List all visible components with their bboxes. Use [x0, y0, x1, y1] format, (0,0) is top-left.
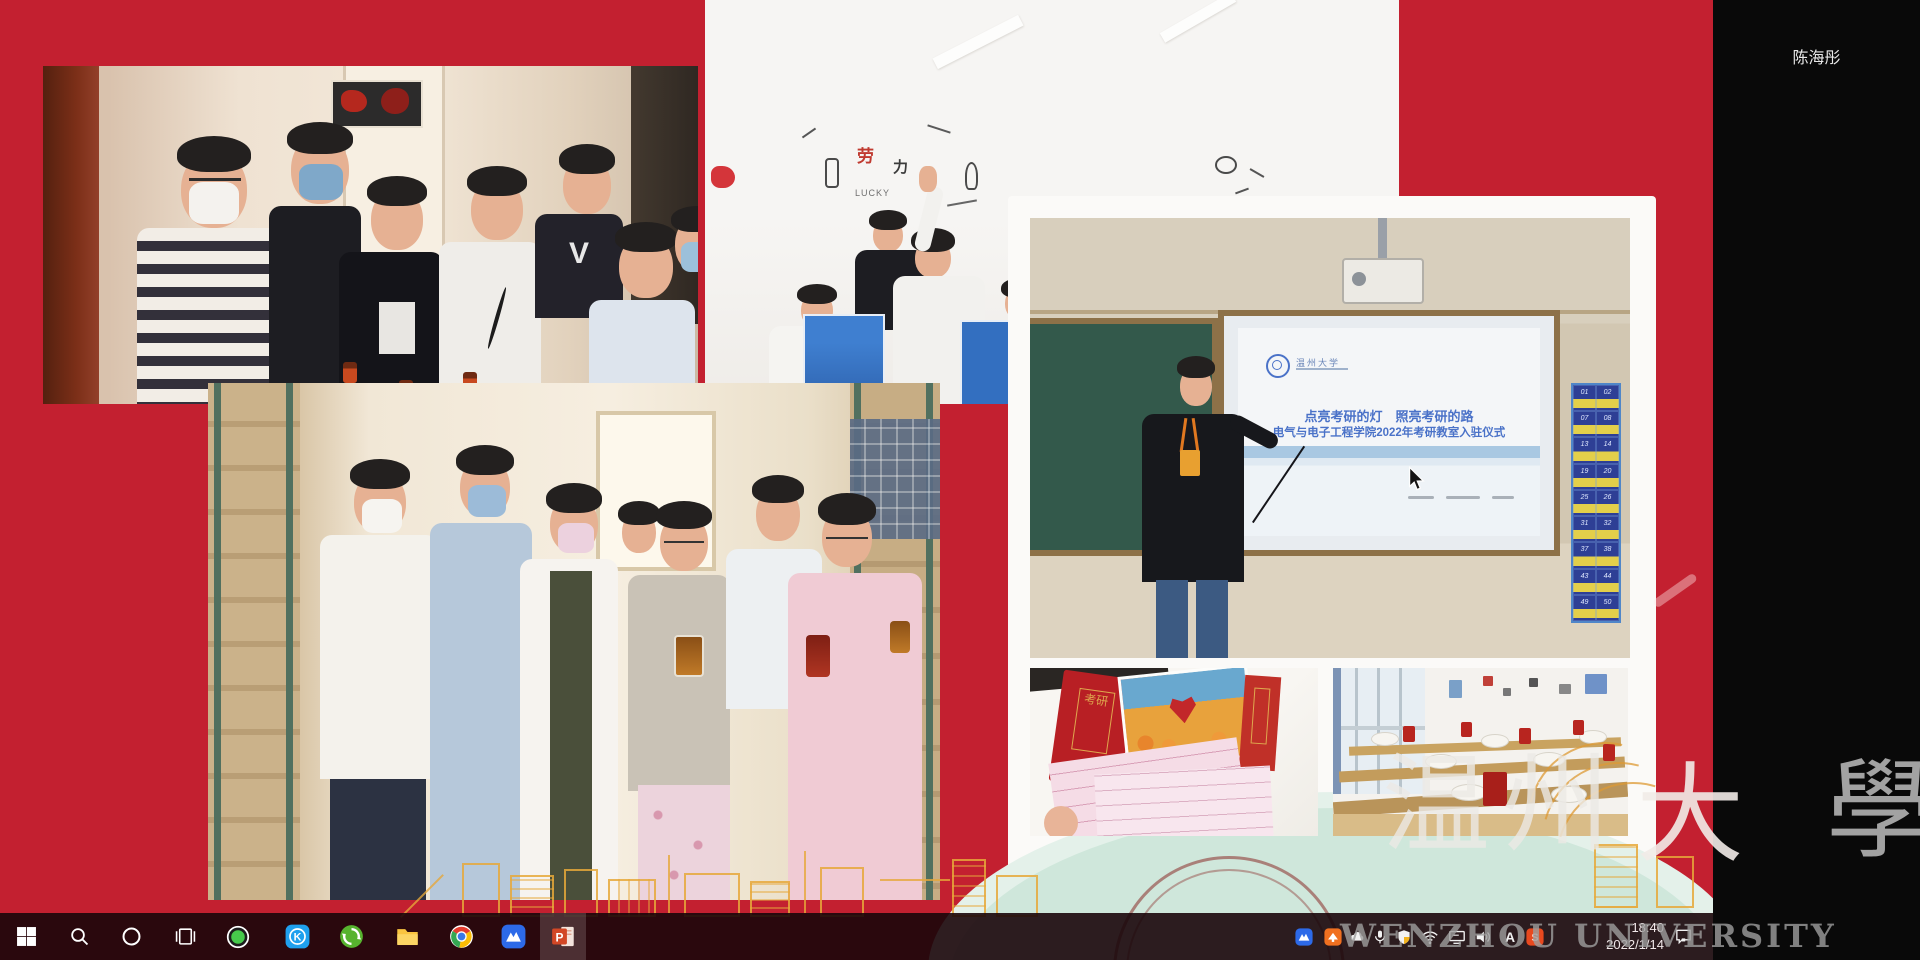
browser-360-button[interactable]	[328, 913, 374, 960]
microphone-icon	[1372, 929, 1388, 945]
gold-curve-decoration	[1528, 736, 1708, 916]
svg-text:S: S	[1531, 932, 1538, 944]
task-view-icon	[175, 926, 196, 947]
wall-decal-badge	[711, 166, 735, 188]
red-gift-bag	[1483, 772, 1507, 806]
slide-blue-band	[1238, 446, 1540, 458]
chrome-icon	[449, 924, 474, 949]
mouse-cursor	[1408, 466, 1426, 497]
cortana-icon	[121, 926, 142, 947]
tray-tencent-meeting[interactable]	[1291, 913, 1317, 960]
red-envelope	[1239, 675, 1281, 771]
cast-display-icon	[1448, 928, 1466, 946]
powerpoint-button-active[interactable]: P	[540, 913, 586, 960]
projector	[1342, 258, 1424, 304]
tray-wifi[interactable]	[1417, 913, 1443, 960]
clock-time: 18:40	[1572, 919, 1664, 936]
gold-skyline-decoration	[392, 845, 1037, 913]
folder-icon	[395, 924, 420, 949]
shield-icon	[1396, 929, 1412, 945]
file-explorer-button[interactable]	[384, 913, 430, 960]
green-dot-icon	[226, 925, 250, 949]
taskbar-clock[interactable]: 18:40 2022/1/14	[1572, 919, 1664, 953]
task-view-button[interactable]	[164, 913, 206, 960]
tray-screen-share[interactable]	[1320, 913, 1346, 960]
search-icon	[69, 926, 90, 947]
clock-date: 2022/1/14	[1572, 936, 1664, 953]
photo-dorm-visit	[208, 383, 940, 900]
photo-classroom-ceremony: 温州大学 点亮考研的灯 照亮考研的路 电气与电子工程学院2022年考研教室入驻仪…	[1030, 218, 1630, 658]
wifi-icon	[1421, 928, 1439, 946]
kugou-music-button[interactable]: K	[274, 913, 320, 960]
gift-jar	[343, 362, 357, 383]
meeting-sidebar: 陈海彤	[1713, 0, 1920, 960]
tencent-meeting-tray-icon	[1295, 928, 1313, 946]
tray-cast-display[interactable]	[1444, 913, 1470, 960]
action-center-button[interactable]	[1666, 913, 1700, 960]
svg-text:K: K	[293, 932, 301, 944]
number-pocket-chart: 0102 0708 1314 1920 2526 3132 3738 4344 …	[1571, 383, 1621, 623]
photo-gifts-table: 考研	[1030, 668, 1318, 836]
speaker-icon	[1474, 928, 1492, 946]
white-swoosh	[1652, 572, 1698, 608]
tray-speaker[interactable]	[1470, 913, 1496, 960]
bunk-bed-left	[208, 383, 300, 900]
notification-icon	[1674, 927, 1693, 946]
pink-note	[1094, 765, 1274, 836]
powerpoint-slideshow[interactable]: 劳 力 LUCKY	[0, 0, 1713, 960]
blue-display-board	[960, 320, 1012, 404]
tray-sogou-input[interactable]: S	[1522, 913, 1548, 960]
tencent-meeting-button[interactable]	[490, 913, 536, 960]
slide-title-line2: 电气与电子工程学院2022年考研教室入驻仪式	[1238, 424, 1540, 440]
presenter-name: 陈海彤	[1713, 44, 1920, 68]
university-logo	[1266, 354, 1290, 378]
tray-cloud[interactable]	[1346, 913, 1370, 960]
screen-share-icon	[1324, 928, 1342, 946]
windows-taskbar: K P	[0, 913, 1713, 960]
tencent-meeting-icon	[501, 924, 526, 949]
kugou-icon: K	[285, 924, 310, 949]
start-button[interactable]	[6, 913, 46, 960]
slide-title-line1: 点亮考研的灯 照亮考研的路	[1238, 406, 1540, 425]
chrome-button[interactable]	[438, 913, 484, 960]
recorder-app-button[interactable]	[216, 913, 260, 960]
photo-dorm-hallway: V	[43, 66, 698, 404]
sogou-icon: S	[1526, 928, 1544, 946]
wall-art	[331, 80, 423, 128]
svg-text:P: P	[555, 931, 563, 945]
tray-security-shield[interactable]	[1392, 913, 1416, 960]
curtain	[43, 66, 99, 404]
powerpoint-icon: P	[551, 924, 576, 949]
cortana-button[interactable]	[110, 913, 152, 960]
browser-360-icon	[339, 924, 364, 949]
ceiling-light	[1160, 0, 1237, 43]
projected-slide: 温州大学 点亮考研的灯 照亮考研的路 电气与电子工程学院2022年考研教室入驻仪…	[1238, 328, 1540, 536]
windows-logo-icon	[16, 926, 37, 947]
search-button[interactable]	[58, 913, 100, 960]
screen: 劳 力 LUCKY	[0, 0, 1920, 960]
fingertip	[1044, 806, 1078, 836]
ceiling-light	[933, 15, 1024, 69]
tray-microphone[interactable]	[1368, 913, 1392, 960]
tray-ime-language[interactable]: A	[1498, 913, 1522, 960]
cloud-icon	[1349, 928, 1367, 946]
decal-text-lucky: LUCKY	[855, 188, 890, 198]
